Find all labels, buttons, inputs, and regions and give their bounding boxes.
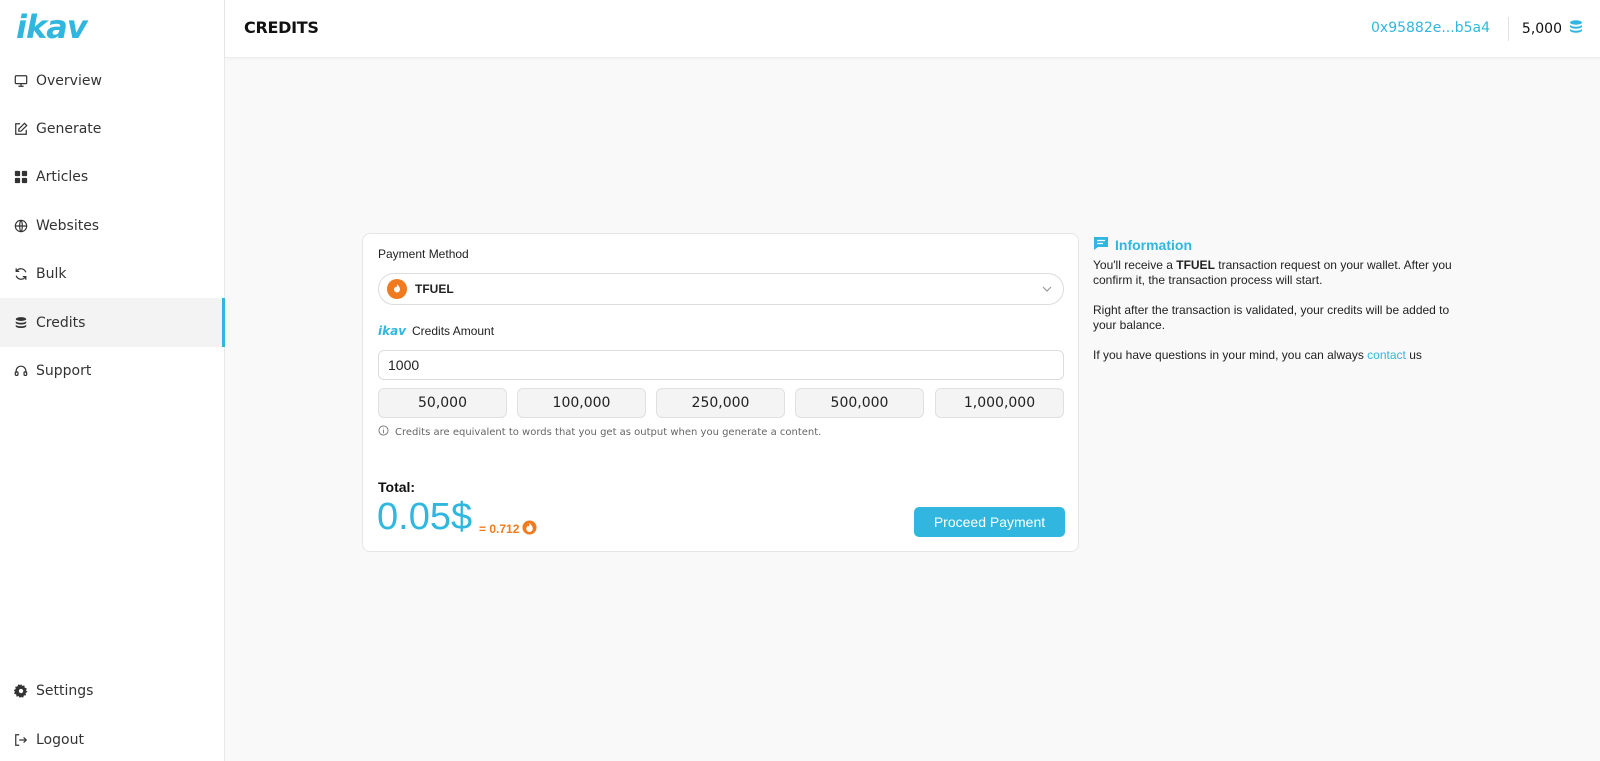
sidebar-item-logout[interactable]: Logout: [0, 715, 225, 761]
payment-method-label: Payment Method: [378, 247, 469, 261]
payment-method-value: TFUEL: [415, 282, 454, 296]
sidebar-item-label: Bulk: [36, 265, 67, 282]
info-text: If you have questions in your mind, you …: [1093, 348, 1368, 362]
payment-card: Payment Method TFUEL ikav Credits Amount…: [362, 233, 1079, 552]
header-divider: [1508, 17, 1509, 41]
info-text: You'll receive a: [1093, 258, 1177, 272]
chat-icon: [1093, 235, 1109, 254]
page-title: CREDITS: [244, 18, 319, 37]
ikav-logo: ikav: [378, 324, 407, 338]
gear-icon: [14, 683, 28, 698]
credits-hint-text: Credits are equivalent to words that you…: [395, 426, 822, 438]
top-header: CREDITS 0x95882e...b5a4 5,000: [225, 0, 1600, 58]
information-title-text: Information: [1115, 236, 1192, 253]
sidebar-item-settings[interactable]: Settings: [0, 666, 225, 715]
app-logo[interactable]: ikav: [16, 8, 88, 46]
chevron-down-icon: [1041, 283, 1053, 298]
credits-amount-label: Credits Amount: [412, 324, 495, 338]
sidebar-item-label: Articles: [36, 168, 89, 185]
total-tfuel-equivalent: = 0.712: [479, 520, 537, 538]
globe-icon: [14, 219, 28, 233]
proceed-payment-button[interactable]: Proceed Payment: [914, 507, 1065, 537]
coins-icon: [1568, 19, 1584, 39]
information-title: Information: [1093, 235, 1453, 254]
sidebar-item-websites[interactable]: Websites: [0, 201, 225, 250]
sidebar-item-credits[interactable]: Credits: [0, 298, 225, 347]
tfuel-icon: [522, 520, 537, 538]
sidebar-item-articles[interactable]: Articles: [0, 152, 225, 201]
sidebar-item-label: Credits: [36, 314, 86, 331]
sidebar-item-label: Generate: [36, 120, 102, 137]
monitor-icon: [14, 74, 28, 88]
grid-icon: [14, 170, 28, 184]
payment-method-select[interactable]: TFUEL: [378, 273, 1064, 305]
information-paragraph-1: You'll receive a TFUEL transaction reque…: [1093, 258, 1453, 288]
sidebar-item-overview[interactable]: Overview: [0, 56, 225, 105]
sidebar-item-generate[interactable]: Generate: [0, 104, 225, 153]
sidebar-item-label: Overview: [36, 72, 102, 89]
total-value: 0.05$: [377, 496, 473, 538]
info-bold-tfuel: TFUEL: [1176, 258, 1215, 272]
total-tfuel-value: = 0.712: [479, 522, 520, 536]
credit-balance: 5,000: [1522, 19, 1584, 39]
information-paragraph-2: Right after the transaction is validated…: [1093, 303, 1450, 332]
wallet-address[interactable]: 0x95882e...b5a4: [1371, 20, 1490, 36]
credits-amount-label-row: ikav Credits Amount: [378, 324, 494, 338]
contact-link[interactable]: contact: [1367, 348, 1406, 362]
sidebar-item-label: Support: [36, 362, 92, 379]
preset-250000-button[interactable]: 250,000: [656, 388, 785, 418]
sidebar-item-label: Settings: [36, 682, 94, 699]
logout-icon: [14, 733, 28, 747]
coins-icon: [14, 316, 28, 330]
sidebar-item-label: Logout: [36, 731, 84, 748]
credits-amount-input[interactable]: [378, 350, 1064, 380]
sidebar-item-bulk[interactable]: Bulk: [0, 249, 225, 298]
sidebar-item-support[interactable]: Support: [0, 346, 225, 395]
total-label: Total:: [378, 479, 416, 495]
information-paragraph-3: If you have questions in your mind, you …: [1093, 348, 1453, 363]
edit-icon: [14, 121, 28, 136]
tfuel-icon: [387, 279, 407, 299]
preset-50000-button[interactable]: 50,000: [378, 388, 507, 418]
headset-icon: [14, 364, 28, 378]
info-circle-icon: [378, 425, 389, 439]
preset-100000-button[interactable]: 100,000: [517, 388, 646, 418]
sidebar: ikav Overview Generate Articles Websites…: [0, 0, 225, 761]
sidebar-item-label: Websites: [36, 217, 100, 234]
info-text: us: [1405, 348, 1422, 362]
credits-hint: Credits are equivalent to words that you…: [378, 425, 821, 439]
balance-value: 5,000: [1521, 21, 1562, 37]
information-panel: Information You'll receive a TFUEL trans…: [1093, 235, 1453, 378]
preset-1000000-button[interactable]: 1,000,000: [935, 388, 1064, 418]
preset-500000-button[interactable]: 500,000: [795, 388, 924, 418]
refresh-icon: [14, 267, 28, 281]
